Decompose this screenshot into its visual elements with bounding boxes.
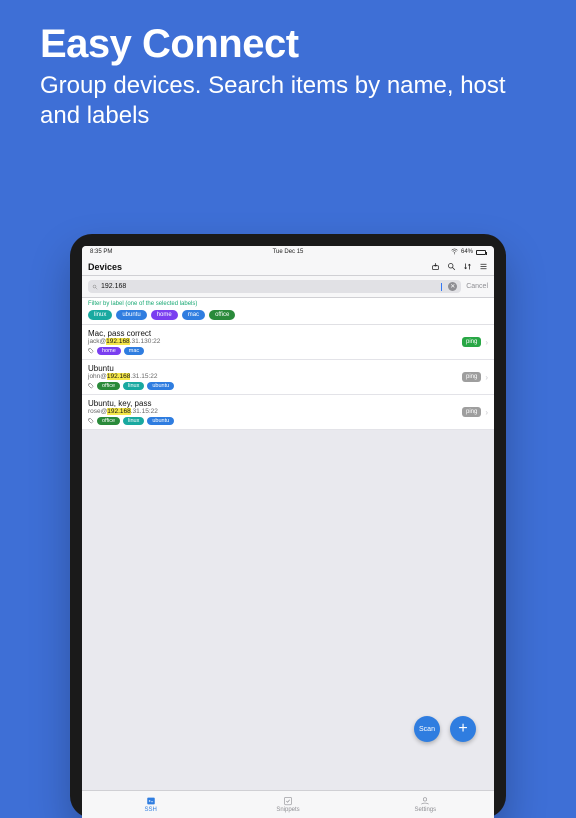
person-icon [420,796,430,806]
content-area: Mac, pass correctjack@192.168.31.130:22 h… [82,325,494,790]
scan-button[interactable]: Scan [414,716,440,742]
tag-icon [88,348,94,354]
device-name: Ubuntu, key, pass [88,399,458,408]
list-icon[interactable] [479,262,488,271]
device-tags: officelinuxubuntu [88,382,458,390]
search-input[interactable]: 192.168 ✕ [88,280,461,293]
ping-badge[interactable]: ping [462,372,481,382]
device-tags: officelinuxubuntu [88,417,458,425]
tablet-screen: 8:35 PM Tue Dec 15 64% Devices [82,246,494,818]
chevron-right-icon: › [485,373,488,382]
tab-label: SSH [144,807,156,813]
device-row[interactable]: Ubuntu, key, passrose@192.168.31.15:22 of… [82,395,494,430]
device-host: john@192.168.31.15:22 [88,373,458,380]
device-tag: ubuntu [147,417,174,425]
status-time: 8:35 PM [90,249,112,255]
device-tag: linux [123,417,144,425]
hero-title: Easy Connect [40,22,536,67]
filter-pill[interactable]: mac [182,310,205,320]
device-tag: home [97,347,121,355]
device-tag: linux [123,382,144,390]
tag-icon [88,418,94,424]
tablet-frame: 8:35 PM Tue Dec 15 64% Devices [70,234,506,818]
chevron-right-icon: › [485,408,488,417]
import-icon[interactable] [431,262,440,271]
battery-pct: 64% [461,249,473,255]
promo-hero: Easy Connect Group devices. Search items… [0,0,576,141]
filter-pill[interactable]: linux [88,310,112,320]
status-date: Tue Dec 15 [273,249,304,255]
tag-icon [88,383,94,389]
tab-ssh[interactable]: SSH [82,791,219,818]
bottom-tab-bar: SSH Snippets Settings [82,790,494,818]
wifi-icon [451,248,458,257]
filter-hint: Filter by label (one of the selected lab… [88,301,488,307]
clear-search-button[interactable]: ✕ [448,282,457,291]
add-device-button[interactable]: + [450,716,476,742]
tab-label: Snippets [276,807,299,813]
device-tag: mac [124,347,144,355]
battery-icon [476,250,486,255]
terminal-icon [146,796,156,806]
page-title: Devices [88,262,425,272]
filter-pill[interactable]: ubuntu [116,310,146,320]
tab-settings[interactable]: Settings [357,791,494,818]
device-name: Mac, pass correct [88,329,458,338]
navbar: Devices [82,258,494,276]
filter-area: Filter by label (one of the selected lab… [82,298,494,325]
tab-snippets[interactable]: Snippets [219,791,356,818]
device-tag: office [97,417,120,425]
text-cursor [441,283,442,291]
device-host: rose@192.168.31.15:22 [88,408,458,415]
search-icon[interactable] [447,262,456,271]
sort-icon[interactable] [463,262,472,271]
ping-badge[interactable]: ping [462,337,481,347]
status-bar: 8:35 PM Tue Dec 15 64% [82,246,494,258]
search-glyph-icon [92,284,98,290]
filter-pill[interactable]: office [209,310,235,320]
search-value: 192.168 [101,283,438,290]
hero-subtitle: Group devices. Search items by name, hos… [40,71,536,131]
device-tag: office [97,382,120,390]
device-row[interactable]: Ubuntujohn@192.168.31.15:22 officelinuxub… [82,360,494,395]
device-host: jack@192.168.31.130:22 [88,338,458,345]
filter-pill[interactable]: home [151,310,178,320]
chevron-right-icon: › [485,338,488,347]
device-row[interactable]: Mac, pass correctjack@192.168.31.130:22 h… [82,325,494,360]
search-row: 192.168 ✕ Cancel [82,276,494,298]
device-tags: homemac [88,347,458,355]
device-name: Ubuntu [88,364,458,373]
tab-label: Settings [414,807,436,813]
cancel-search-button[interactable]: Cancel [466,283,488,290]
ping-badge[interactable]: ping [462,407,481,417]
snippets-icon [283,796,293,806]
device-tag: ubuntu [147,382,174,390]
